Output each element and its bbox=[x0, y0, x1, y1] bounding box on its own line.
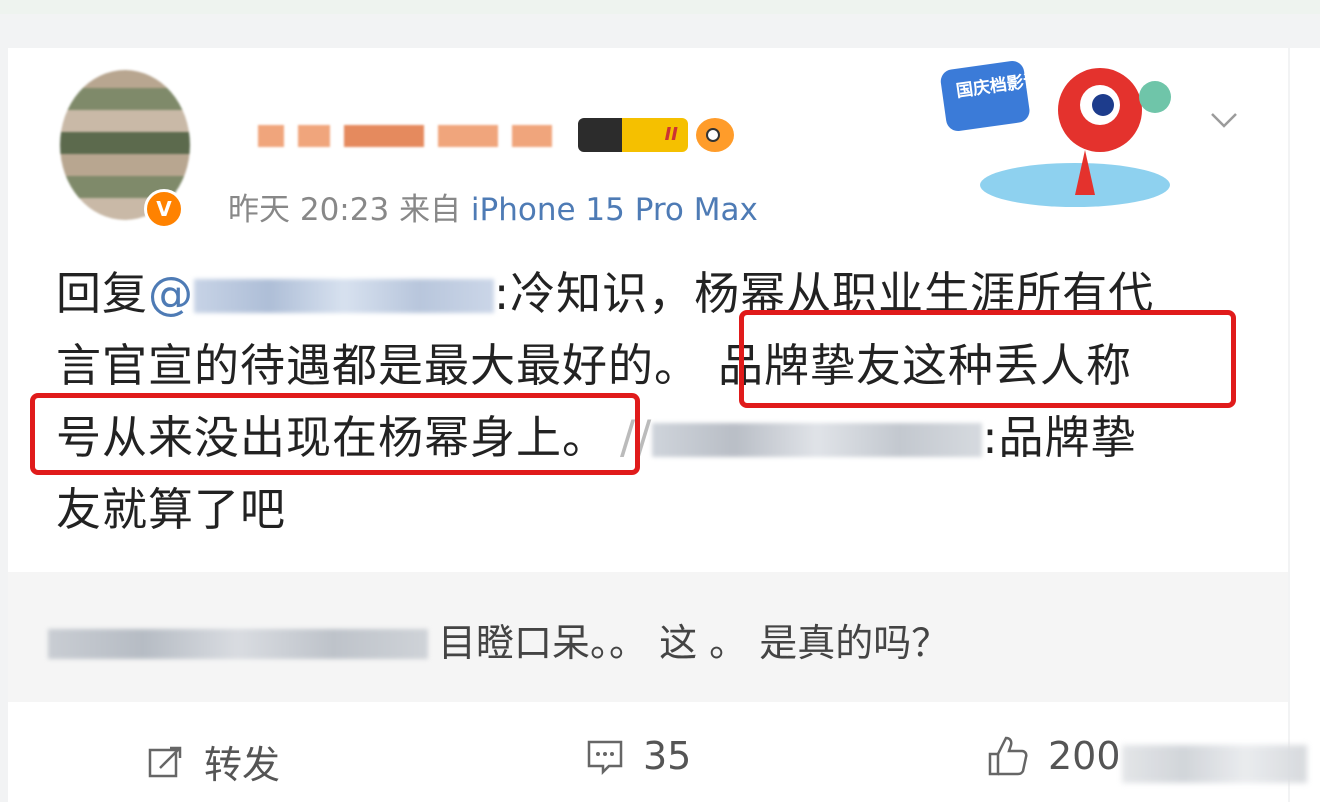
thumbs-up-icon bbox=[988, 736, 1028, 776]
comment-button[interactable]: 35 bbox=[585, 734, 691, 778]
like-count: 200 bbox=[1048, 734, 1121, 778]
top-strip bbox=[0, 0, 1320, 14]
post-text-part4: :品牌挚 bbox=[982, 411, 1137, 464]
username-blurred[interactable] bbox=[258, 125, 552, 147]
movie-review-sticker-icon: 国庆档影评达人 bbox=[940, 60, 1171, 207]
highlight-box-1 bbox=[739, 310, 1236, 408]
reply-prefix: 回复 bbox=[56, 267, 149, 320]
comment-icon bbox=[587, 740, 623, 776]
verified-badge-icon: V bbox=[144, 189, 184, 229]
highlight-box-2 bbox=[30, 393, 640, 475]
post-time: 昨天 20:23 bbox=[228, 192, 390, 228]
post-text-part2: 言官宣的待遇都是最大最好的。 bbox=[56, 339, 701, 392]
mention-username-blurred[interactable] bbox=[194, 279, 495, 313]
comment-username-blurred[interactable] bbox=[48, 629, 428, 659]
repost-label: 转发 bbox=[204, 743, 281, 787]
level-badge: II bbox=[578, 118, 688, 152]
watermark-blurred bbox=[1122, 745, 1307, 783]
repost-icon bbox=[148, 746, 182, 777]
mention-at[interactable]: @ bbox=[148, 267, 194, 320]
right-edge bbox=[1290, 48, 1320, 802]
post-text-part5: 友就算了吧 bbox=[56, 483, 287, 536]
chevron-down-icon[interactable] bbox=[1208, 104, 1240, 136]
repost-button[interactable]: 转发 bbox=[146, 734, 280, 789]
like-button[interactable]: 200 bbox=[986, 734, 1121, 778]
comment-line: 目瞪口呆。。 这 。 是真的吗？ bbox=[48, 612, 949, 667]
comment-count: 35 bbox=[643, 734, 692, 778]
comment-text: 目瞪口呆。。 这 。 是真的吗？ bbox=[438, 621, 950, 665]
repost-username-blurred[interactable] bbox=[652, 423, 983, 457]
post-device[interactable]: iPhone 15 Pro Max bbox=[471, 192, 758, 228]
fish-badge-icon bbox=[696, 118, 734, 152]
post-source-label: 来自 bbox=[399, 192, 462, 228]
post-meta: 昨天 20:23 来自 iPhone 15 Pro Max bbox=[228, 184, 758, 229]
